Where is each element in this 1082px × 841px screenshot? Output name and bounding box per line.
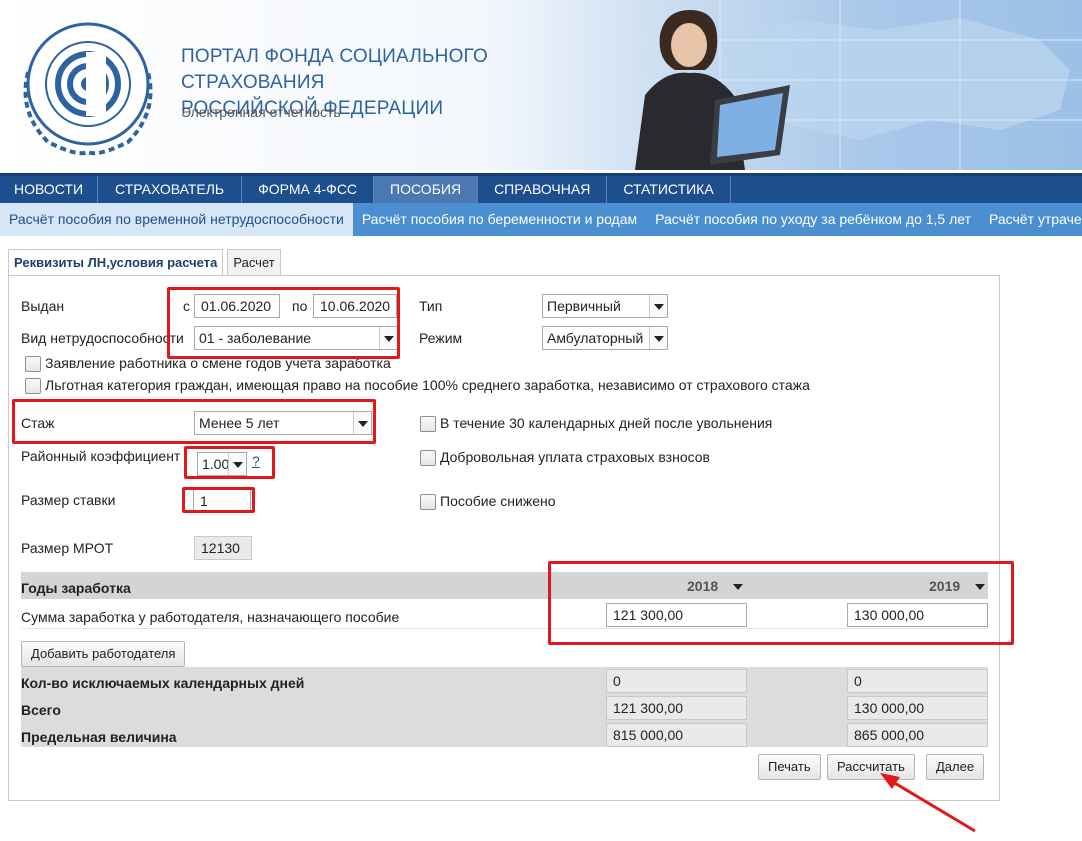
after-dismissal-label: В течение 30 календарных дней после увол… bbox=[440, 415, 773, 431]
mode-label: Режим bbox=[419, 330, 463, 346]
type-select-value: Первичный bbox=[547, 298, 621, 314]
earnings-sum-label: Сумма заработка у работодателя, назначаю… bbox=[21, 609, 400, 625]
issued-label: Выдан bbox=[21, 298, 65, 314]
limit-2018: 815 000,00 bbox=[606, 723, 747, 747]
nav-reference[interactable]: СПРАВОЧНАЯ bbox=[478, 176, 608, 203]
portal-title-line1: ПОРТАЛ ФОНДА СОЦИАЛЬНОГО СТРАХОВАНИЯ bbox=[181, 46, 488, 93]
total-2019: 130 000,00 bbox=[847, 696, 988, 720]
benefit-reduced-checkbox[interactable] bbox=[420, 494, 436, 510]
regional-coef-label: Районный коэффициент bbox=[21, 448, 181, 464]
voluntary-payment-checkbox[interactable] bbox=[420, 450, 436, 466]
annotation-box-regional bbox=[184, 446, 275, 479]
excluded-days-2018: 0 bbox=[606, 669, 747, 693]
excluded-days-label: Кол-во исключаемых календарных дней bbox=[21, 675, 305, 691]
change-years-checkbox[interactable] bbox=[25, 356, 41, 372]
chevron-down-icon bbox=[649, 295, 667, 317]
annotation-box-earnings bbox=[548, 561, 1014, 645]
main-nav: НОВОСТИ СТРАХОВАТЕЛЬ ФОРМА 4-ФСС ПОСОБИЯ… bbox=[0, 173, 1082, 203]
nav-insurer[interactable]: СТРАХОВАТЕЛЬ bbox=[98, 176, 243, 203]
excluded-days-2019: 0 bbox=[847, 669, 988, 693]
sub-nav: Расчёт пособия по временной нетрудоспосо… bbox=[0, 203, 1082, 236]
annotation-arrow-icon bbox=[880, 773, 976, 833]
after-dismissal-checkbox[interactable] bbox=[420, 416, 436, 432]
limit-2019: 865 000,00 bbox=[847, 723, 988, 747]
total-label: Всего bbox=[21, 702, 61, 718]
mrot-value: 12130 bbox=[194, 536, 252, 560]
nav-statistics[interactable]: СТАТИСТИКА bbox=[607, 176, 731, 203]
mrot-label: Размер МРОТ bbox=[21, 540, 114, 556]
tab-calculation[interactable]: Расчет bbox=[227, 249, 281, 275]
print-button[interactable]: Печать bbox=[758, 754, 821, 780]
type-label: Тип bbox=[419, 298, 443, 314]
woman-with-laptop-image bbox=[635, 10, 790, 170]
total-2018: 121 300,00 bbox=[606, 696, 747, 720]
portal-subtitle: Электронная отчетность bbox=[181, 104, 341, 120]
site-header: ПОРТАЛ ФОНДА СОЦИАЛЬНОГО СТРАХОВАНИЯ РОС… bbox=[0, 0, 1082, 170]
mode-select-value: Амбулаторный bbox=[547, 330, 644, 346]
annotation-box-experience bbox=[12, 399, 376, 444]
form-tabs: Реквизиты ЛН,условия расчета Расчет bbox=[8, 249, 285, 276]
nav-news[interactable]: НОВОСТИ bbox=[0, 176, 99, 203]
type-select[interactable]: Первичный bbox=[542, 294, 668, 318]
nav-form-4fss[interactable]: ФОРМА 4-ФСС bbox=[242, 176, 375, 203]
disability-label: Вид нетрудоспособности bbox=[21, 330, 184, 346]
mode-select[interactable]: Амбулаторный bbox=[542, 326, 668, 350]
form-panel: Выдан с 01.06.2020 по 10.06.2020 Тип Пер… bbox=[8, 275, 1000, 801]
rate-label: Размер ставки bbox=[21, 492, 116, 508]
subnav-childcare[interactable]: Расчёт пособия по уходу за ребёнком до 1… bbox=[646, 203, 980, 236]
tab-requisites[interactable]: Реквизиты ЛН,условия расчета bbox=[8, 249, 224, 276]
chevron-down-icon bbox=[649, 327, 667, 349]
annotation-box-dates bbox=[167, 287, 400, 359]
years-label: Годы заработка bbox=[21, 580, 131, 596]
voluntary-payment-label: Добровольная уплата страховых взносов bbox=[440, 449, 710, 465]
nav-benefits[interactable]: ПОСОБИЯ bbox=[374, 176, 479, 203]
subnav-lost-earnings[interactable]: Расчёт утраченного заработка bbox=[980, 203, 1082, 236]
limit-label: Предельная величина bbox=[21, 729, 177, 745]
fss-logo bbox=[23, 22, 153, 156]
privileged-category-label: Льготная категория граждан, имеющая прав… bbox=[45, 377, 810, 393]
add-employer-button[interactable]: Добавить работодателя bbox=[21, 641, 186, 667]
annotation-box-rate bbox=[182, 487, 255, 513]
subnav-temp-disability[interactable]: Расчёт пособия по временной нетрудоспосо… bbox=[0, 203, 353, 236]
benefit-reduced-label: Пособие снижено bbox=[440, 493, 556, 509]
subnav-maternity[interactable]: Расчёт пособия по беременности и родам bbox=[353, 203, 646, 236]
privileged-category-checkbox[interactable] bbox=[25, 378, 41, 394]
